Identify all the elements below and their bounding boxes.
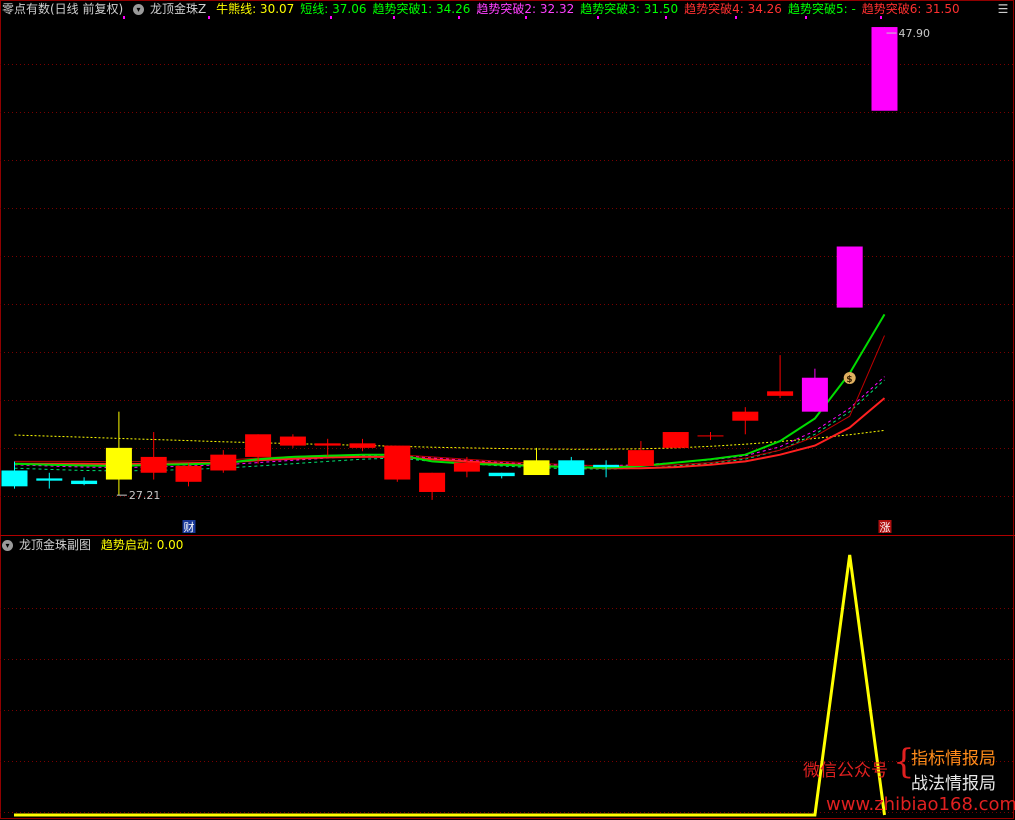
indicator-toggle-icon[interactable]: ▾ — [133, 4, 145, 15]
kline-chart[interactable]: 47.90 27.21 财 涨 $ — [0, 0, 1015, 820]
candle-body — [175, 465, 202, 482]
candle-body — [593, 464, 620, 468]
indicator-values: 牛熊线: 30.07 短线: 37.06 趋势突破1: 34.26 趋势突破2: 32… — [216, 2, 966, 16]
watermark-url: www.zhibiao168.com — [826, 794, 1015, 815]
candle-body — [105, 447, 132, 480]
finance-marker-label: 财 — [184, 520, 195, 534]
indicator-value-4: 趋势突破3: 31.50 — [580, 2, 679, 16]
candle-body — [140, 456, 167, 473]
high-price-label: 47.90 — [899, 27, 931, 40]
indicator-value-3: 趋势突破2: 32.32 — [476, 2, 575, 16]
trend-break-2-line — [14, 376, 885, 469]
bull-bear-line — [14, 429, 885, 450]
indicator-value-7: 趋势突破6: 31.50 — [861, 2, 960, 16]
candle-body — [210, 454, 237, 471]
watermark-right-bottom: 战法情报局 — [911, 774, 996, 794]
watermark-right-top: 指标情报局 — [911, 749, 996, 769]
low-price-label: 27.21 — [129, 489, 161, 502]
main-indicator-bar: 零点有数(日线 前复权) ▾ 龙顶金珠Z 牛熊线: 30.07 短线: 37.06 趋… — [2, 0, 972, 18]
money-bag-icon-label: $ — [846, 375, 852, 385]
chart-frame — [0, 0, 1014, 819]
candle-body — [349, 443, 376, 448]
indicator-value-0: 牛熊线: 30.07 — [216, 2, 295, 16]
candle-body — [71, 480, 98, 485]
candle-body — [871, 27, 898, 111]
sub-indicator-value-0: 趋势启动: 0.00 — [100, 538, 184, 552]
indicator-value-1: 短线: 37.06 — [300, 2, 367, 16]
limit-up-marker-label: 涨 — [880, 521, 891, 534]
candle-body — [767, 391, 794, 396]
stock-title: 零点有数(日线 前复权) — [2, 2, 124, 16]
candle-body — [523, 460, 550, 476]
sub-indicator-bar: ▾ 龙顶金珠副图 趋势启动: 0.00 — [2, 536, 195, 554]
candle-body — [558, 460, 585, 476]
candle-body — [836, 246, 863, 308]
candle-body — [453, 462, 480, 472]
candle-body — [279, 436, 306, 446]
candle-body — [627, 450, 654, 466]
candle-body — [419, 472, 446, 492]
candle-body — [245, 434, 272, 457]
indicator-name[interactable]: 龙顶金珠Z — [150, 2, 206, 16]
candle-body — [662, 432, 689, 448]
candle-body — [36, 478, 63, 481]
candle-body — [384, 445, 411, 480]
indicator-value-2: 趋势突破1: 34.26 — [372, 2, 471, 16]
candle-body — [697, 435, 724, 437]
menu-icon[interactable]: ☰ — [997, 3, 1009, 15]
indicator-value-5: 趋势突破4: 34.26 — [684, 2, 782, 16]
sub-indicator-values: 趋势启动: 0.00 — [101, 538, 190, 552]
sub-indicator-name[interactable]: 龙顶金珠副图 — [19, 538, 91, 552]
candle-body — [732, 411, 759, 421]
candle-body — [801, 377, 828, 412]
short-line — [14, 313, 886, 469]
candle-body — [1, 470, 28, 487]
trend-start-line — [14, 554, 886, 817]
watermark-left: 微信公众号 — [803, 761, 888, 781]
indicator-value-6: 趋势突破5: - — [787, 2, 856, 16]
sub-indicator-toggle-icon[interactable]: ▾ — [2, 540, 13, 551]
candle-body — [314, 443, 341, 446]
candle-body — [488, 472, 515, 477]
